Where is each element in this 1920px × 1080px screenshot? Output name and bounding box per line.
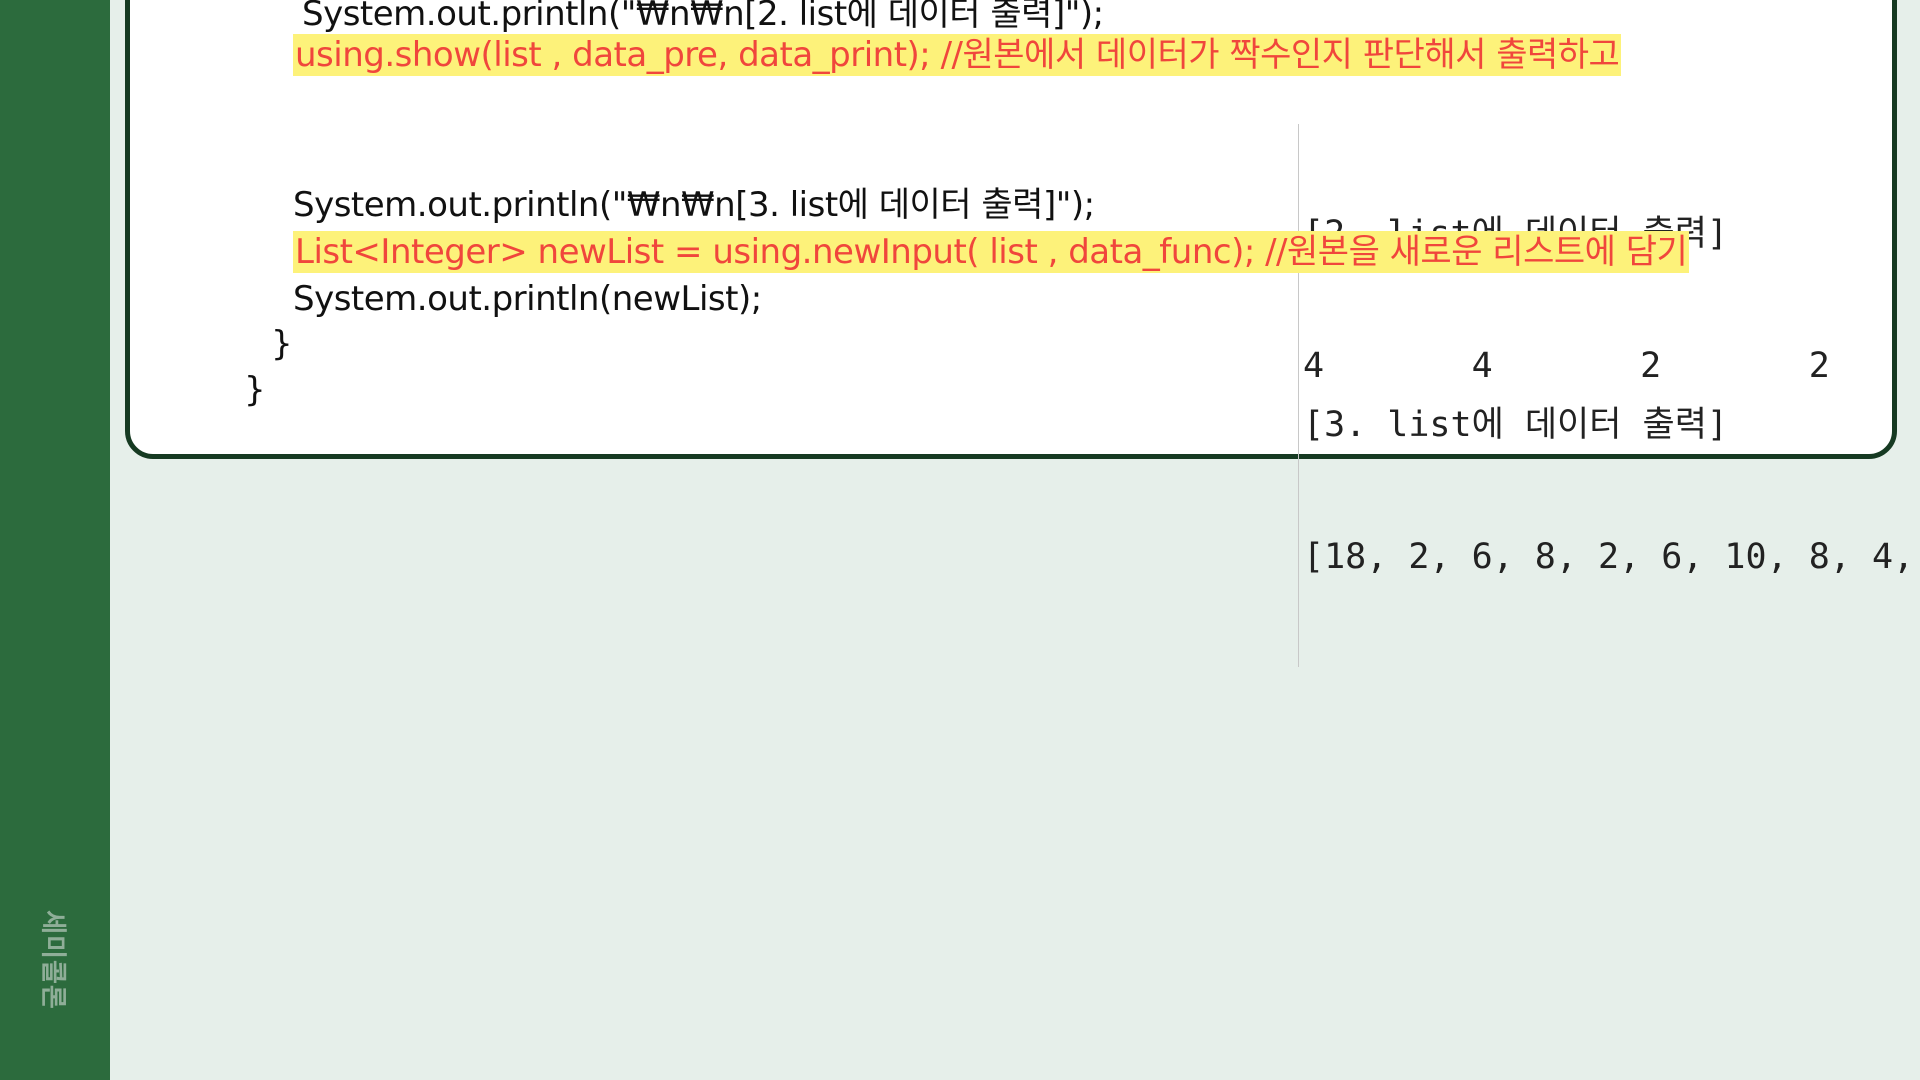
code-line-print-new-list: System.out.println(newList); (293, 279, 762, 319)
closing-brace-outer: } (244, 370, 266, 410)
console-output-3: [3. list에 데이터 출력] [18, 2, 6, 8, 2, 6, 10… (1298, 315, 1920, 667)
code-card: System.out.println("₩n₩n[2. list에 데이터 출력… (125, 0, 1914, 667)
code-line-new-list: List<Integer> newList = using.newInput( … (293, 231, 1690, 273)
closing-brace-inner: } (271, 324, 293, 364)
console-header-3: [3. list에 데이터 출력] (1303, 405, 1728, 445)
sidebar: 세미콜론 (0, 0, 110, 1080)
code-line-using-show: using.show(list , data_pre, data_print);… (293, 34, 1622, 76)
code-line-print-3: System.out.println("₩n₩n[3. list에 데이터 출력… (293, 185, 1095, 225)
code-line-print-2: System.out.println("₩n₩n[2. list에 데이터 출력… (302, 0, 1104, 34)
sidebar-watermark: 세미콜론 (37, 910, 68, 1010)
console-values-3: [18, 2, 6, 8, 2, 6, 10, 8, 4, 4] (1303, 537, 1920, 577)
